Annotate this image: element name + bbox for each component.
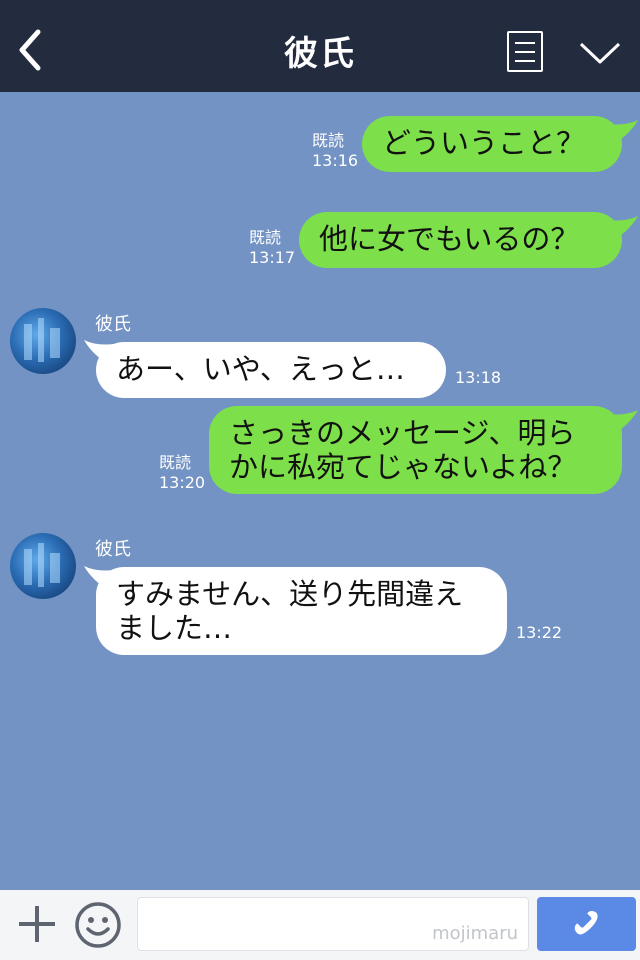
bubble-tail (608, 216, 638, 240)
chat-header: 彼氏 (0, 0, 640, 92)
read-receipt: 既読 (249, 228, 282, 247)
message-bubble-received[interactable]: すみません、送り先間違え ました… (96, 567, 507, 655)
chat-title: 彼氏 (284, 34, 356, 74)
message-bubble-sent[interactable]: 他に女でもいるの？ (299, 212, 622, 268)
message-text-line: かに私宛てじゃないよね？ (229, 450, 577, 484)
message-time: 13:18 (455, 368, 502, 387)
input-placeholder: mojimaru (432, 923, 518, 944)
avatar[interactable] (10, 533, 76, 599)
chevron-down-icon[interactable] (578, 38, 622, 68)
read-receipt: 既読 (312, 131, 345, 150)
message-time: 13:16 (312, 151, 359, 170)
message-text-line: さっきのメッセージ、明ら (229, 416, 576, 450)
smile-icon[interactable] (74, 901, 122, 949)
message-text: どういうこと？ (382, 126, 586, 160)
message-status: 既読 13:20 (159, 453, 205, 493)
message-bubble-received[interactable]: あー、いや、えっと… (96, 342, 446, 398)
input-bar: mojimaru (0, 890, 640, 960)
sender-name: 彼氏 (95, 539, 131, 560)
avatar[interactable] (10, 308, 76, 374)
message-text: 他に女でもいるの？ (319, 222, 580, 256)
message-bubble-sent[interactable]: どういうこと？ (362, 116, 622, 172)
message-text-line: ました… (116, 611, 233, 645)
read-receipt: 既読 (159, 453, 192, 472)
message-status: 既読 13:16 (312, 131, 358, 171)
message-time: 13:20 (159, 473, 206, 492)
phone-icon (574, 910, 598, 935)
message-text-line: すみません、送り先間違え (116, 577, 464, 611)
message-text: あー、いや、えっと… (116, 352, 405, 386)
message-time: 13:22 (516, 623, 563, 642)
chat-area[interactable]: 既読 13:16 どういうこと？ 既読 13:17 他に女でもいるの？ 彼氏 あ… (0, 92, 640, 890)
sender-name: 彼氏 (95, 314, 131, 335)
message-time: 13:17 (249, 248, 296, 267)
plus-icon[interactable] (16, 903, 58, 945)
bubble-tail (608, 120, 638, 144)
bubble-tail (608, 410, 638, 434)
message-bubble-sent[interactable]: さっきのメッセージ、明ら かに私宛てじゃないよね？ (209, 406, 622, 494)
message-status: 既読 13:17 (249, 228, 295, 268)
call-button[interactable] (537, 897, 636, 951)
message-input[interactable]: mojimaru (137, 897, 529, 951)
menu-icon[interactable] (507, 31, 543, 72)
